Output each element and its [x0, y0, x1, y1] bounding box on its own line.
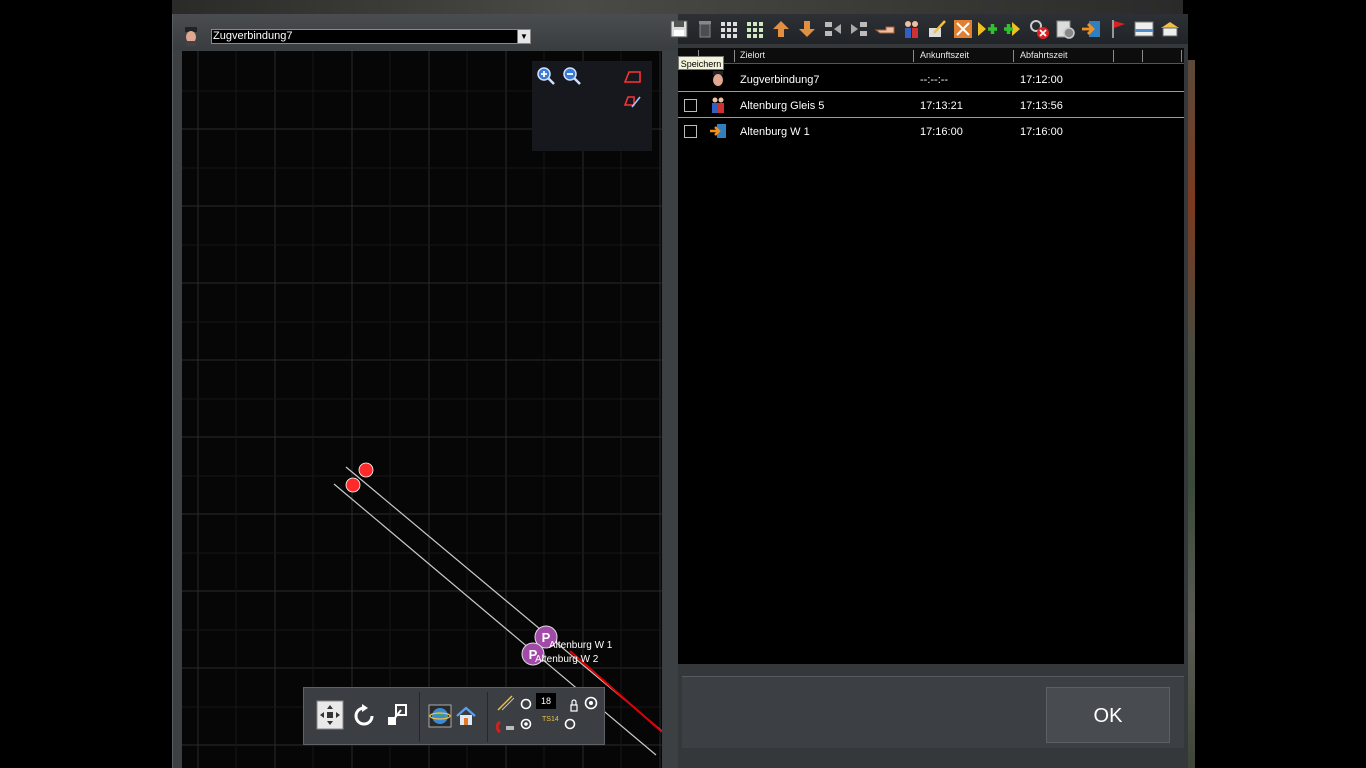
signal-marker[interactable]: [358, 462, 374, 478]
radio-button-selected[interactable]: [584, 696, 598, 710]
flag-icon[interactable]: [1108, 18, 1130, 40]
hand-icon[interactable]: [874, 18, 896, 40]
radio-button[interactable]: [520, 698, 532, 710]
rotate-icon[interactable]: [350, 702, 378, 730]
trash-icon[interactable]: [694, 18, 716, 40]
map-canvas[interactable]: P P Altenburg W 1 Altenburg W 2: [182, 51, 662, 768]
departure-cell: 17:12:00: [1020, 74, 1063, 86]
game-background-left: [0, 0, 172, 768]
signal-marker[interactable]: [345, 477, 361, 493]
exit-icon[interactable]: [1080, 18, 1102, 40]
table-row[interactable]: Altenburg Gleis 5 17:13:21 17:13:56: [678, 92, 1184, 118]
map-window: Zugverbindung7 ▼ P P Altenburg W 1 Alten…: [172, 14, 679, 768]
zoom-panel: [532, 61, 652, 151]
radio-button[interactable]: [564, 718, 576, 730]
arrival-cell: --:--:--: [920, 74, 949, 86]
grid-green-icon[interactable]: [744, 18, 766, 40]
globe-icon[interactable]: [428, 704, 452, 728]
column-arrival[interactable]: Ankunftszeit: [920, 50, 969, 60]
keyboard-icon[interactable]: [1133, 18, 1155, 40]
map-header: Zugverbindung7 ▼: [173, 14, 679, 50]
remove-icon[interactable]: [1028, 18, 1050, 40]
insert-after-icon[interactable]: [848, 18, 870, 40]
arrival-cell: 17:13:21: [920, 100, 963, 112]
departure-cell: 17:16:00: [1020, 126, 1063, 138]
speed-value: 18: [536, 693, 556, 709]
move-down-icon[interactable]: [796, 18, 818, 40]
row-checkbox[interactable]: [684, 125, 697, 138]
waypoint-icon[interactable]: [952, 18, 974, 40]
departure-cell: 17:13:56: [1020, 100, 1063, 112]
save-icon[interactable]: [668, 18, 690, 40]
schedule-column-header: Zielort Ankunftszeit Abfahrtszeit: [678, 48, 1184, 64]
add-arrow-icon[interactable]: [1002, 18, 1024, 40]
map-toolbar: 18 TS14: [303, 687, 605, 745]
station-icon[interactable]: [1159, 18, 1181, 40]
row-checkbox[interactable]: [684, 99, 697, 112]
passengers-icon: [712, 97, 724, 113]
lock-icon[interactable]: [569, 699, 579, 713]
destination-cell: Altenburg W 1: [740, 126, 810, 138]
move-up-icon[interactable]: [770, 18, 792, 40]
shape-icon[interactable]: [622, 67, 642, 87]
settings-icon[interactable]: [1054, 18, 1076, 40]
schedule-toolbar: [670, 14, 1188, 44]
schedule-footer: OK: [682, 676, 1184, 748]
edit-shape-icon[interactable]: [622, 91, 642, 111]
driver-icon: [185, 27, 197, 46]
track-speed-icon: [497, 695, 515, 711]
magnet-icon[interactable]: [496, 718, 516, 736]
table-row[interactable]: Zugverbindung7 --:--:-- 17:12:00: [678, 66, 1184, 92]
driver-icon: [713, 71, 723, 86]
edit-icon[interactable]: [926, 18, 948, 40]
game-background-right: [1195, 0, 1366, 768]
grid-small-icon[interactable]: [718, 18, 740, 40]
game-background-top: [172, 0, 1183, 14]
train-select[interactable]: Zugverbindung7 ▼: [211, 29, 531, 44]
column-destination[interactable]: Zielort: [740, 50, 765, 60]
station-label: Altenburg W 2: [535, 654, 599, 665]
passengers-icon[interactable]: [900, 18, 922, 40]
table-row[interactable]: Altenburg W 1 17:16:00 17:16:00: [678, 118, 1184, 144]
destination-cell: Zugverbindung7: [740, 74, 820, 86]
resize-icon[interactable]: [384, 702, 410, 730]
add-green-icon[interactable]: [976, 18, 998, 40]
insert-before-icon[interactable]: [822, 18, 844, 40]
zoom-in-icon[interactable]: [536, 66, 556, 86]
arrival-cell: 17:16:00: [920, 126, 963, 138]
chevron-down-icon[interactable]: ▼: [517, 30, 530, 43]
home-icon[interactable]: [454, 704, 478, 728]
zoom-out-icon[interactable]: [562, 66, 582, 86]
exit-icon: [710, 124, 726, 138]
schedule-list: Zugverbindung7 --:--:-- 17:12:00 Altenbu…: [678, 64, 1184, 664]
destination-cell: Altenburg Gleis 5: [740, 100, 825, 112]
radio-button-selected[interactable]: [520, 718, 532, 730]
column-departure[interactable]: Abfahrtszeit: [1020, 50, 1068, 60]
ok-button[interactable]: OK: [1046, 687, 1170, 743]
train-select-value: Zugverbindung7: [213, 30, 293, 42]
save-tooltip: Speichern: [678, 56, 724, 70]
station-label: Altenburg W 1: [549, 640, 613, 651]
fit-view-icon[interactable]: [316, 700, 344, 730]
schedule-window: Zielort Ankunftszeit Abfahrtszeit Zugver…: [670, 14, 1188, 768]
ts-label: TS14: [542, 716, 559, 723]
